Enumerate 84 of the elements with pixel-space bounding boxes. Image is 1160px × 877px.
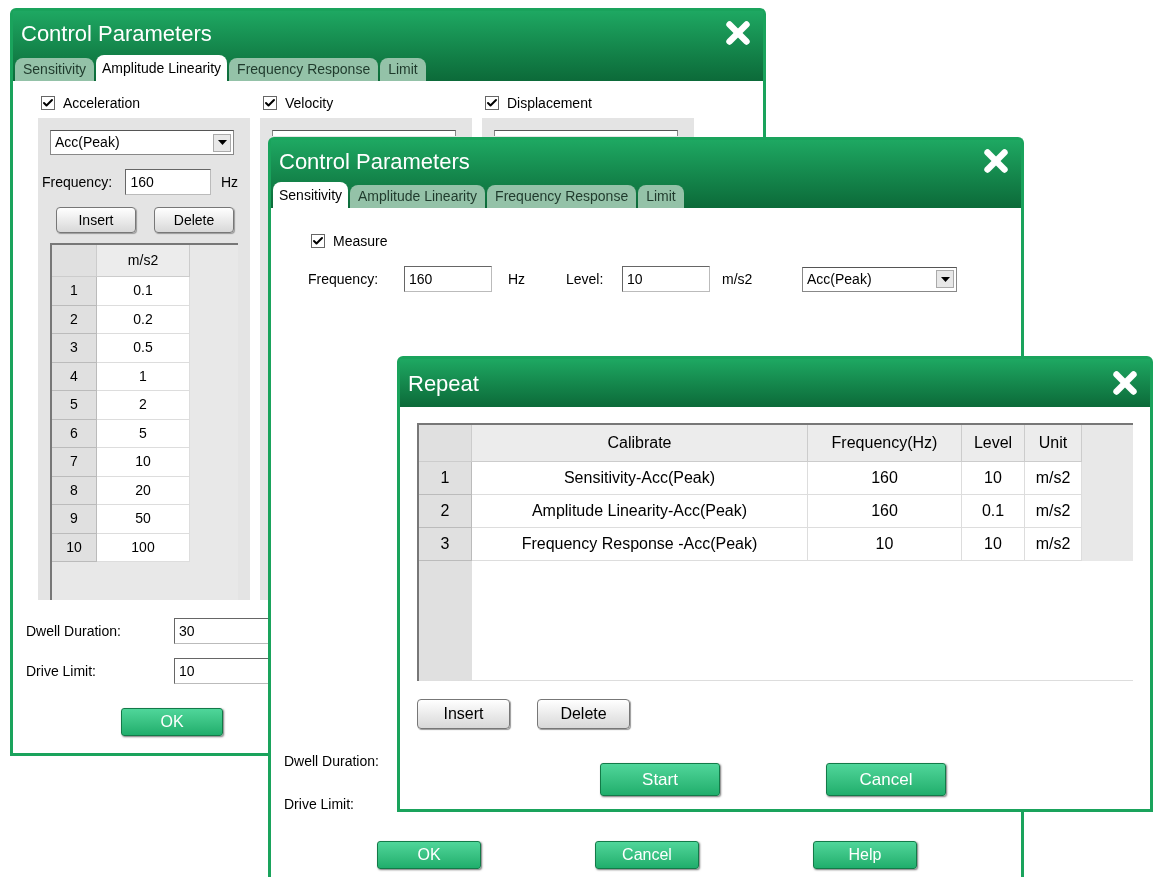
- input-field[interactable]: 160: [404, 266, 492, 292]
- table-cell: Sensitivity-Acc(Peak): [472, 462, 808, 495]
- dropdown[interactable]: Acc(Peak): [802, 266, 957, 292]
- table-cell: 2: [97, 391, 190, 420]
- field-label: Level:: [566, 269, 605, 289]
- table-cell: Amplitude Linearity-Acc(Peak): [472, 495, 808, 528]
- table-cell: 100: [97, 533, 190, 562]
- table-cell: 0.5: [97, 334, 190, 363]
- window-title: Control Parameters: [21, 19, 212, 48]
- row-number: 10: [52, 533, 97, 562]
- unit-label: Hz: [220, 172, 238, 192]
- tab[interactable]: Sensitivity: [273, 182, 349, 208]
- unit-label: Hz: [508, 269, 527, 289]
- row-number: 9: [52, 505, 97, 534]
- tab[interactable]: Amplitude Linearity: [350, 185, 486, 208]
- column-header: Unit: [1025, 425, 1082, 462]
- unit-label: m/s2: [722, 269, 754, 289]
- field-label: Dwell Duration:: [284, 752, 380, 771]
- row-number: 5: [52, 391, 97, 420]
- table-cell: 0.2: [97, 305, 190, 334]
- column-header: Calibrate: [472, 425, 808, 462]
- row-number: 6: [52, 419, 97, 448]
- checkbox[interactable]: [485, 96, 499, 110]
- field-label: Frequency:: [308, 269, 380, 289]
- table-cell: m/s2: [1025, 528, 1082, 561]
- table-cell: 0.1: [962, 495, 1025, 528]
- input-field[interactable]: 160: [125, 169, 211, 195]
- check-icon: [264, 97, 276, 109]
- tab[interactable]: Sensitivity: [15, 58, 95, 81]
- tab[interactable]: Frequency Response: [229, 58, 379, 81]
- check-icon: [312, 235, 324, 247]
- row-number: 1: [419, 462, 472, 495]
- tab[interactable]: Limit: [638, 185, 684, 208]
- table-cell: 10: [97, 448, 190, 477]
- checkbox[interactable]: [263, 96, 277, 110]
- window-title: Control Parameters: [279, 147, 470, 176]
- check-icon: [42, 97, 54, 109]
- table-cell: 10: [962, 462, 1025, 495]
- row-number: 1: [52, 277, 97, 306]
- checkbox-label: Measure: [333, 231, 388, 251]
- row-number: 2: [419, 495, 472, 528]
- action-button[interactable]: Insert: [56, 207, 136, 233]
- row-number: 2: [52, 305, 97, 334]
- tab[interactable]: Limit: [380, 58, 426, 81]
- checkbox-label: Acceleration: [63, 93, 141, 113]
- table-cell: m/s2: [1025, 462, 1082, 495]
- action-button[interactable]: Delete: [537, 699, 630, 729]
- field-label: Dwell Duration:: [26, 621, 122, 641]
- column-header: Frequency(Hz): [808, 425, 962, 462]
- checkbox-label: Displacement: [507, 93, 592, 113]
- row-number: 7: [52, 448, 97, 477]
- action-button[interactable]: Delete: [154, 207, 234, 233]
- window-title: Repeat: [408, 369, 479, 398]
- table-cell: 20: [97, 476, 190, 505]
- action-button[interactable]: Insert: [417, 699, 510, 729]
- table-cell: 5: [97, 419, 190, 448]
- dropdown[interactable]: [494, 130, 678, 136]
- row-number: 8: [52, 476, 97, 505]
- column-header: m/s2: [97, 245, 190, 277]
- field-label: Frequency:: [42, 172, 114, 192]
- field-label: Drive Limit:: [26, 661, 97, 681]
- checkbox-label: Velocity: [285, 93, 334, 113]
- table-cell: 160: [808, 495, 962, 528]
- input-field[interactable]: 10: [622, 266, 710, 292]
- table-cell: 50: [97, 505, 190, 534]
- dropdown[interactable]: [272, 130, 456, 136]
- table-cell: m/s2: [1025, 495, 1082, 528]
- row-number: 3: [52, 334, 97, 363]
- row-number: 4: [52, 362, 97, 391]
- dropdown[interactable]: Acc(Peak): [50, 130, 234, 155]
- checkbox[interactable]: [41, 96, 55, 110]
- table-cell: 10: [962, 528, 1025, 561]
- table-cell: Frequency Response -Acc(Peak): [472, 528, 808, 561]
- field-label: Drive Limit:: [284, 795, 355, 814]
- column-header: Level: [962, 425, 1025, 462]
- table-cell: 0.1: [97, 277, 190, 306]
- row-number: 3: [419, 528, 472, 561]
- table-cell: 10: [808, 528, 962, 561]
- tab[interactable]: Frequency Response: [487, 185, 637, 208]
- checkbox[interactable]: [311, 234, 325, 248]
- table-cell: 160: [808, 462, 962, 495]
- tab[interactable]: Amplitude Linearity: [96, 55, 228, 81]
- check-icon: [486, 97, 498, 109]
- table-cell: 1: [97, 362, 190, 391]
